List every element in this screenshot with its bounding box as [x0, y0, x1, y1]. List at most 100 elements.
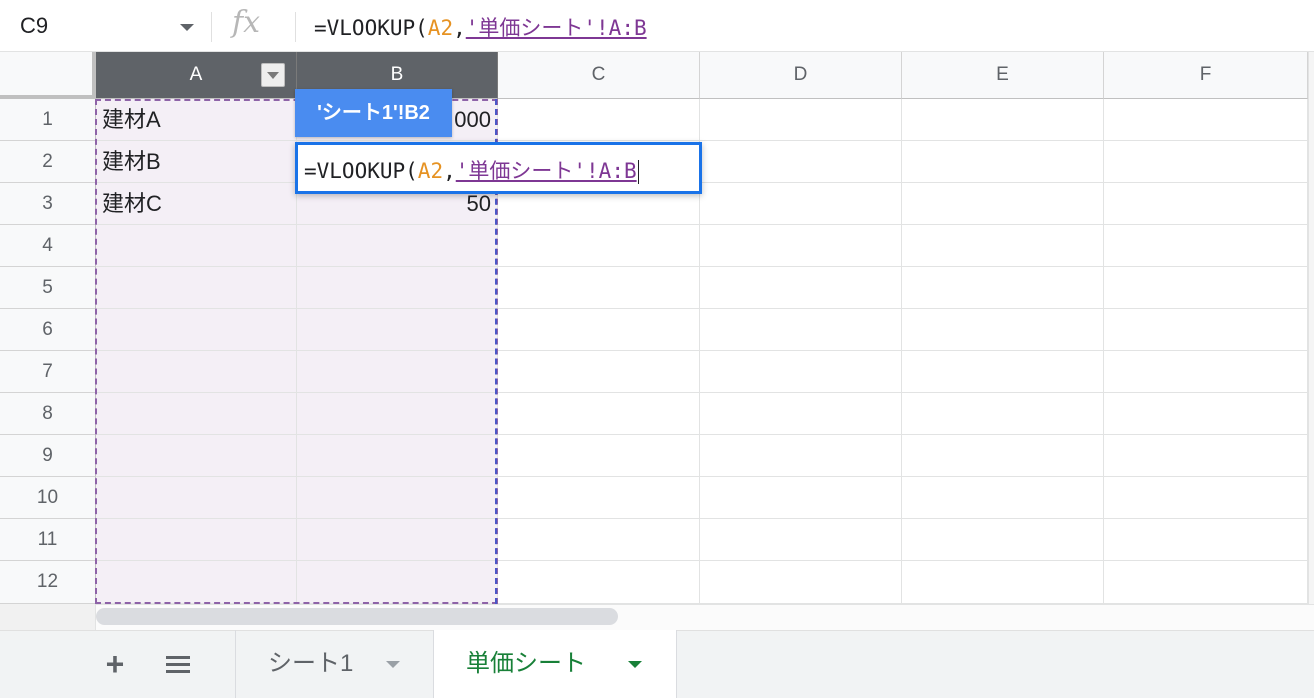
- cell-a10[interactable]: [96, 477, 297, 519]
- cell-c7[interactable]: [498, 351, 700, 393]
- cell-b10[interactable]: [297, 477, 498, 519]
- cell-e1[interactable]: [902, 99, 1104, 141]
- cell-f7[interactable]: [1104, 351, 1308, 393]
- cell-d8[interactable]: [700, 393, 902, 435]
- cell-f4[interactable]: [1104, 225, 1308, 267]
- cell-f3[interactable]: [1104, 183, 1308, 225]
- cell-a9[interactable]: [96, 435, 297, 477]
- vertical-scrollbar[interactable]: [1308, 52, 1314, 604]
- cell-b6[interactable]: [297, 309, 498, 351]
- cell-b5[interactable]: [297, 267, 498, 309]
- all-sheets-button[interactable]: [163, 650, 193, 680]
- horizontal-scrollbar-thumb[interactable]: [96, 608, 618, 625]
- cell-c9[interactable]: [498, 435, 700, 477]
- cell-b12[interactable]: [297, 561, 498, 604]
- row-header-11[interactable]: 11: [0, 519, 96, 561]
- cell-a7[interactable]: [96, 351, 297, 393]
- cell-c12[interactable]: [498, 561, 700, 604]
- cell-d3[interactable]: [700, 183, 902, 225]
- row-header-2[interactable]: 2: [0, 141, 96, 183]
- cell-f10[interactable]: [1104, 477, 1308, 519]
- cell-a2[interactable]: 建材B: [96, 141, 297, 183]
- cell-b8[interactable]: [297, 393, 498, 435]
- cell-e4[interactable]: [902, 225, 1104, 267]
- row-header-5[interactable]: 5: [0, 267, 96, 309]
- add-sheet-button[interactable]: +: [100, 648, 130, 680]
- row-header-6[interactable]: 6: [0, 309, 96, 351]
- cell-a4[interactable]: [96, 225, 297, 267]
- sheet-tab-unit-price[interactable]: 単価シート: [433, 630, 677, 698]
- cell-c5[interactable]: [498, 267, 700, 309]
- column-header-d[interactable]: D: [700, 52, 902, 99]
- chevron-down-icon[interactable]: [628, 661, 642, 668]
- row-header-1[interactable]: 1: [0, 99, 96, 141]
- cell-e9[interactable]: [902, 435, 1104, 477]
- cell-e12[interactable]: [902, 561, 1104, 604]
- cell-e3[interactable]: [902, 183, 1104, 225]
- scrollbar-corner: [0, 604, 96, 630]
- cell-c8[interactable]: [498, 393, 700, 435]
- editor-prefix: =VLOOKUP(: [304, 159, 418, 183]
- cell-e6[interactable]: [902, 309, 1104, 351]
- cell-f12[interactable]: [1104, 561, 1308, 604]
- cell-d1[interactable]: [700, 99, 902, 141]
- cell-c10[interactable]: [498, 477, 700, 519]
- cell-a12[interactable]: [96, 561, 297, 604]
- cell-b11[interactable]: [297, 519, 498, 561]
- column-header-e[interactable]: E: [902, 52, 1104, 99]
- cell-f11[interactable]: [1104, 519, 1308, 561]
- cell-f1[interactable]: [1104, 99, 1308, 141]
- cell-a11[interactable]: [96, 519, 297, 561]
- name-box[interactable]: C9: [0, 0, 212, 52]
- cell-b9[interactable]: [297, 435, 498, 477]
- cell-e5[interactable]: [902, 267, 1104, 309]
- column-header-c[interactable]: C: [498, 52, 700, 99]
- cell-d11[interactable]: [700, 519, 902, 561]
- cell-d12[interactable]: [700, 561, 902, 604]
- cell-d5[interactable]: [700, 267, 902, 309]
- cell-f2[interactable]: [1104, 141, 1308, 183]
- row-header-9[interactable]: 9: [0, 435, 96, 477]
- cell-d4[interactable]: [700, 225, 902, 267]
- cell-c6[interactable]: [498, 309, 700, 351]
- chevron-down-icon[interactable]: [386, 661, 400, 668]
- chevron-down-icon[interactable]: [180, 24, 194, 31]
- cell-d2[interactable]: [700, 141, 902, 183]
- cell-c11[interactable]: [498, 519, 700, 561]
- cell-a1[interactable]: 建材A: [96, 99, 297, 141]
- filter-dropdown-icon[interactable]: [261, 63, 285, 87]
- cell-e10[interactable]: [902, 477, 1104, 519]
- row-header-10[interactable]: 10: [0, 477, 96, 519]
- cell-d9[interactable]: [700, 435, 902, 477]
- cell-c1[interactable]: [498, 99, 700, 141]
- row-header-7[interactable]: 7: [0, 351, 96, 393]
- cell-e8[interactable]: [902, 393, 1104, 435]
- editor-text[interactable]: =VLOOKUP(A2,'単価シート'!A:B: [304, 155, 639, 185]
- cell-b4[interactable]: [297, 225, 498, 267]
- cell-f9[interactable]: [1104, 435, 1308, 477]
- cell-f6[interactable]: [1104, 309, 1308, 351]
- row-header-12[interactable]: 12: [0, 561, 96, 604]
- column-header-f[interactable]: F: [1104, 52, 1308, 99]
- cell-f8[interactable]: [1104, 393, 1308, 435]
- cell-a6[interactable]: [96, 309, 297, 351]
- cell-a8[interactable]: [96, 393, 297, 435]
- row-header-8[interactable]: 8: [0, 393, 96, 435]
- cell-b7[interactable]: [297, 351, 498, 393]
- cell-e11[interactable]: [902, 519, 1104, 561]
- cell-d6[interactable]: [700, 309, 902, 351]
- cell-e7[interactable]: [902, 351, 1104, 393]
- cell-c4[interactable]: [498, 225, 700, 267]
- formula-input[interactable]: =VLOOKUP(A2,'単価シート'!A:B: [314, 12, 647, 42]
- row-header-3[interactable]: 3: [0, 183, 96, 225]
- select-all-corner[interactable]: [0, 52, 96, 99]
- cell-a3[interactable]: 建材C: [96, 183, 297, 225]
- cell-d10[interactable]: [700, 477, 902, 519]
- cell-a5[interactable]: [96, 267, 297, 309]
- in-cell-formula-editor[interactable]: =VLOOKUP(A2,'単価シート'!A:B: [295, 142, 702, 194]
- sheet-tab-sheet1[interactable]: シート1: [235, 630, 433, 698]
- cell-f5[interactable]: [1104, 267, 1308, 309]
- cell-d7[interactable]: [700, 351, 902, 393]
- row-header-4[interactable]: 4: [0, 225, 96, 267]
- cell-e2[interactable]: [902, 141, 1104, 183]
